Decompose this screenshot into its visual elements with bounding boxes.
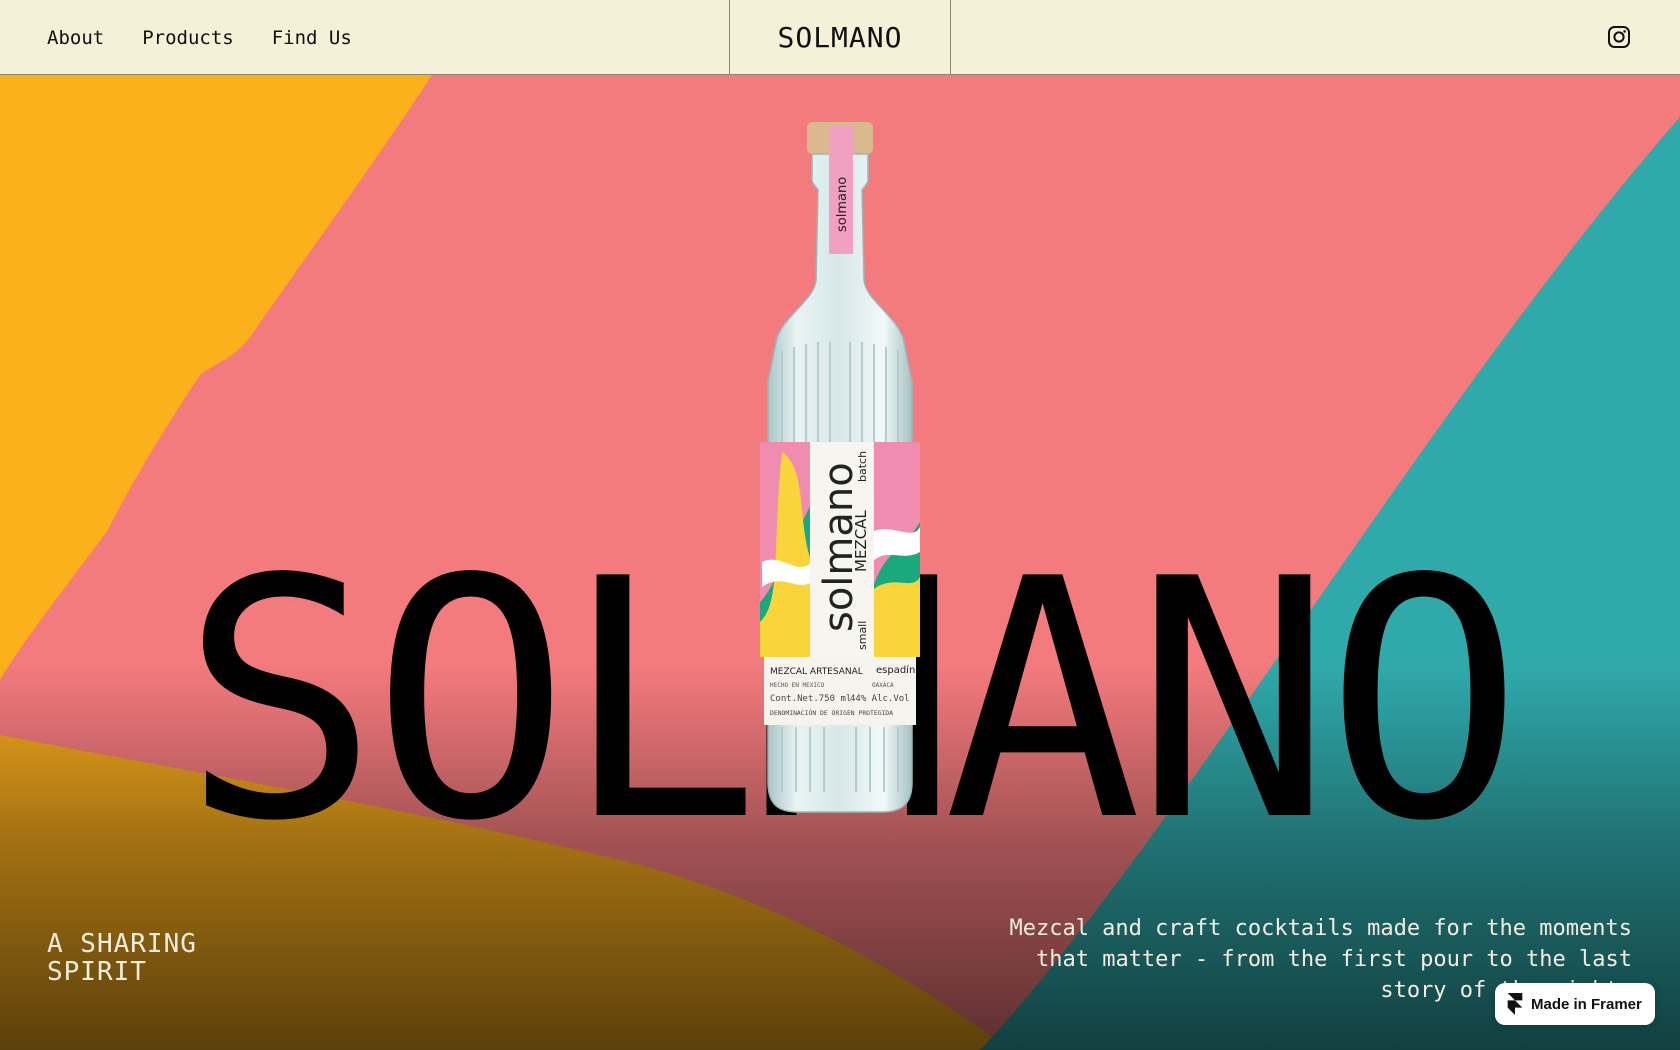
label-denomination: DENOMINACIÓN DE ORIGEN PROTEGIDA <box>770 708 893 717</box>
framer-logo-icon <box>1507 993 1523 1015</box>
neck-brand: solmano <box>835 177 850 232</box>
nav-link-about[interactable]: About <box>47 27 104 49</box>
hero-section: SOLMANO solmano <box>0 75 1680 1050</box>
hero-tagline: A SHARING SPIRIT <box>47 930 287 986</box>
nav-link-products[interactable]: Products <box>142 27 234 49</box>
brand-logo-text[interactable]: SOLMANO <box>777 21 902 54</box>
instagram-icon[interactable] <box>1607 25 1631 49</box>
tagline-line-1: A SHARING <box>47 929 197 959</box>
nav-links: About Products Find Us <box>47 0 352 75</box>
label-agave: espadín <box>876 664 915 676</box>
brand-box: SOLMANO <box>729 0 951 75</box>
label-mezcal: MEZCAL <box>852 510 870 572</box>
nav-link-find-us[interactable]: Find Us <box>272 27 352 49</box>
label-artesanal: MEZCAL ARTESANAL <box>770 667 863 677</box>
tagline-line-2: SPIRIT <box>47 957 147 987</box>
label-origin: HECHO EN MEXICO <box>770 682 825 689</box>
made-in-framer-badge[interactable]: Made in Framer <box>1495 983 1655 1025</box>
label-abv: 44% Alc.Vol <box>850 694 910 704</box>
label-batch: batch <box>856 451 869 482</box>
top-navigation: About Products Find Us SOLMANO <box>0 0 1680 75</box>
framer-badge-label: Made in Framer <box>1531 995 1642 1013</box>
label-small: small <box>856 621 869 650</box>
mezcal-bottle-image: solmano solmano MEZCAL batch small MEZCA… <box>760 122 920 813</box>
label-content: Cont.Net.750 ml <box>770 694 851 704</box>
label-region: OAXACA <box>872 682 894 689</box>
